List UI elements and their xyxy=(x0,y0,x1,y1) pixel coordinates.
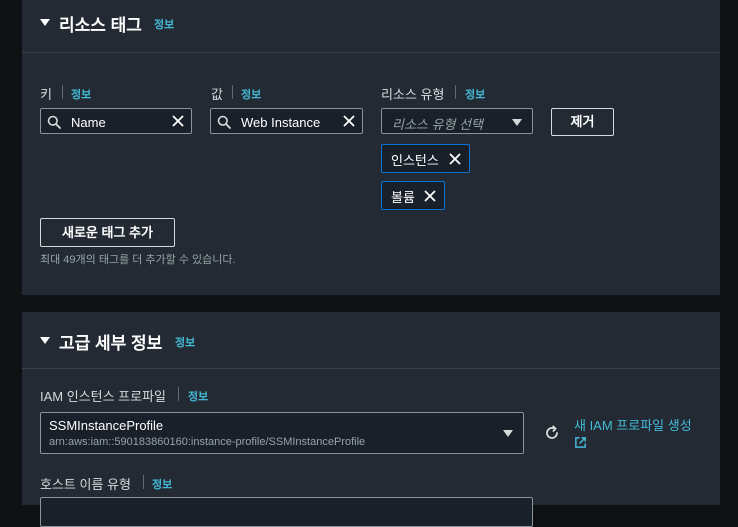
resource-tags-header[interactable]: 리소스 태그 정보 xyxy=(22,0,720,53)
resource-type-info-link[interactable]: 정보 xyxy=(465,86,485,102)
advanced-details-header[interactable]: 고급 세부 정보 정보 xyxy=(22,312,720,369)
advanced-details-info-link[interactable]: 정보 xyxy=(175,334,195,350)
iam-profile-arn: arn:aws:iam::590183860160:instance-profi… xyxy=(49,436,366,448)
token-label: 볼륨 xyxy=(391,190,415,205)
value-label: 값 xyxy=(211,87,223,102)
remove-token-icon[interactable] xyxy=(423,189,437,203)
dropdown-arrow-icon xyxy=(512,119,522,126)
resource-tags-panel: 리소스 태그 정보 키 정보 Name 값 정보 Web Instance 리소… xyxy=(22,0,720,295)
key-input-value: Name xyxy=(71,115,106,130)
resource-type-label: 리소스 유형 xyxy=(381,87,445,102)
refresh-icon[interactable] xyxy=(544,425,560,441)
resource-type-token: 볼륨 xyxy=(381,181,445,210)
resource-tags-title: 리소스 태그 xyxy=(59,16,142,35)
resource-type-placeholder: 리소스 유형 선택 xyxy=(392,117,483,132)
iam-profile-info-link[interactable]: 정보 xyxy=(188,388,208,404)
tag-limit-hint: 최대 49개의 태그를 더 추가할 수 있습니다. xyxy=(40,254,236,266)
caret-down-icon[interactable] xyxy=(40,337,50,344)
token-label: 인스턴스 xyxy=(391,153,439,168)
resource-type-select[interactable]: 리소스 유형 선택 xyxy=(381,108,533,134)
remove-token-icon[interactable] xyxy=(448,152,462,166)
iam-profile-select[interactable]: SSMInstanceProfile arn:aws:iam::59018386… xyxy=(40,412,524,454)
value-input-value: Web Instance xyxy=(241,115,321,130)
value-info-link[interactable]: 정보 xyxy=(241,86,261,102)
divider xyxy=(232,85,233,99)
advanced-details-title: 고급 세부 정보 xyxy=(59,334,163,353)
iam-profile-selected: SSMInstanceProfile xyxy=(49,418,164,433)
external-link-icon[interactable] xyxy=(574,436,587,449)
divider xyxy=(62,85,63,99)
divider xyxy=(143,475,144,489)
value-input[interactable]: Web Instance xyxy=(210,108,363,134)
key-info-link[interactable]: 정보 xyxy=(71,86,91,102)
advanced-details-panel: 고급 세부 정보 정보 IAM 인스턴스 프로파일 정보 SSMInstance… xyxy=(22,312,720,527)
clear-icon[interactable] xyxy=(171,114,185,128)
key-label: 키 xyxy=(40,87,52,102)
hostname-type-label: 호스트 이름 유형 xyxy=(40,477,131,492)
iam-profile-label: IAM 인스턴스 프로파일 xyxy=(40,389,167,404)
resource-type-token: 인스턴스 xyxy=(381,144,470,173)
hostname-type-info-link[interactable]: 정보 xyxy=(152,476,172,492)
hostname-type-select[interactable] xyxy=(40,497,533,527)
search-icon xyxy=(47,115,61,129)
create-iam-profile-link[interactable]: 새 IAM 프로파일 생성 xyxy=(574,415,692,434)
key-input[interactable]: Name xyxy=(40,108,192,134)
divider xyxy=(178,387,179,401)
caret-down-icon[interactable] xyxy=(40,19,50,26)
clear-icon[interactable] xyxy=(342,114,356,128)
add-tag-button[interactable]: 새로운 태그 추가 xyxy=(40,218,175,247)
search-icon xyxy=(217,115,231,129)
divider xyxy=(455,85,456,99)
dropdown-arrow-icon xyxy=(503,430,513,437)
resource-tags-info-link[interactable]: 정보 xyxy=(154,16,174,32)
remove-tag-button[interactable]: 제거 xyxy=(551,108,614,136)
